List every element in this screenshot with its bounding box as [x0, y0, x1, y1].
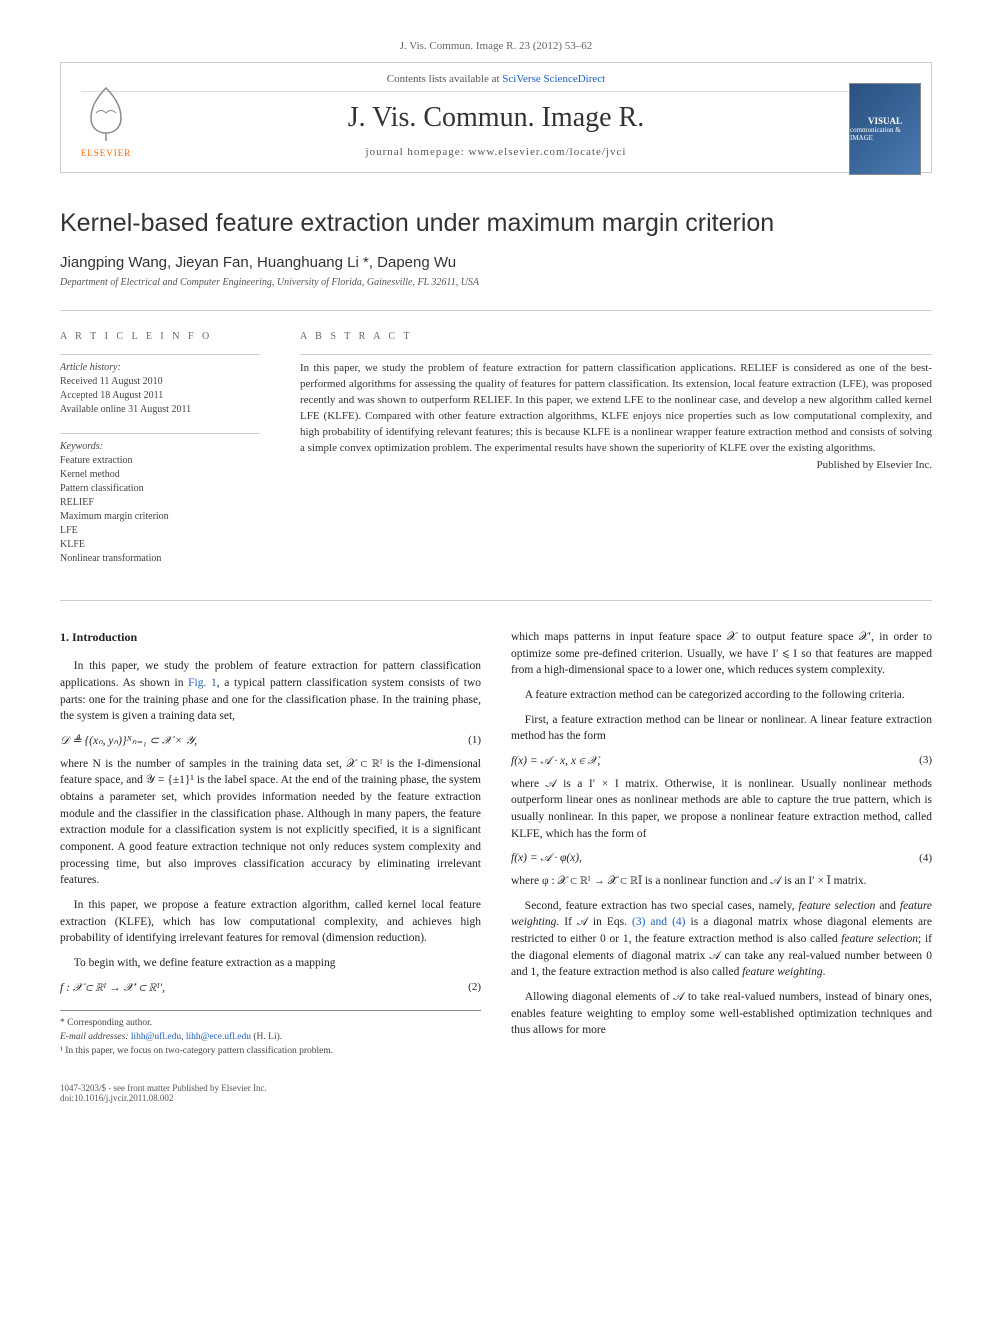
article-history: Article history: Received 11 August 2010…	[60, 354, 260, 417]
keyword-item: Pattern classification	[60, 482, 260, 496]
keyword-item: Maximum margin criterion	[60, 510, 260, 524]
corresponding-note: * Corresponding author.	[60, 1017, 481, 1031]
section-heading: 1. Introduction	[60, 629, 481, 646]
email-line: E-mail addresses: lihh@ufl.edu, lihh@ece…	[60, 1031, 481, 1045]
publisher-name: ELSEVIER	[71, 148, 141, 158]
email-link[interactable]: lihh@ufl.edu	[131, 1032, 181, 1042]
equation-row: f : 𝒳 ⊂ ℝᴵ → 𝒳′ ⊂ ℝᴵ′, (2)	[60, 980, 481, 997]
journal-name: J. Vis. Commun. Image R.	[81, 102, 911, 134]
keyword-item: KLFE	[60, 538, 260, 552]
copyright-line: 1047-3203/$ - see front matter Published…	[60, 1083, 932, 1093]
sciencedirect-link[interactable]: SciVerse ScienceDirect	[502, 73, 605, 85]
body-paragraph: To begin with, we define feature extract…	[60, 955, 481, 972]
journal-header: ELSEVIER VISUAL communication & IMAGE Co…	[60, 62, 932, 173]
journal-cover-thumb: VISUAL communication & IMAGE	[849, 83, 921, 175]
body-paragraph: where N is the number of samples in the …	[60, 756, 481, 889]
footnote-1: ¹ In this paper, we focus on two-categor…	[60, 1045, 481, 1059]
keyword-item: Feature extraction	[60, 454, 260, 468]
keyword-item: LFE	[60, 524, 260, 538]
history-title: Article history:	[60, 362, 121, 373]
equation-link[interactable]: (3) and (4)	[632, 916, 685, 928]
journal-homepage: journal homepage: www.elsevier.com/locat…	[81, 146, 911, 162]
equation: f : 𝒳 ⊂ ℝᴵ → 𝒳′ ⊂ ℝᴵ′,	[60, 980, 165, 997]
tree-icon	[76, 83, 136, 143]
article-body: 1. Introduction In this paper, we study …	[60, 629, 932, 1059]
doi-line: doi:10.1016/j.jvcir.2011.08.002	[60, 1093, 932, 1103]
copyright-block: 1047-3203/$ - see front matter Published…	[60, 1083, 932, 1103]
contents-line: Contents lists available at SciVerse Sci…	[81, 73, 911, 92]
keywords-label: Keywords:	[60, 441, 103, 452]
keyword-item: RELIEF	[60, 496, 260, 510]
article-info-heading: A R T I C L E I N F O	[60, 331, 260, 342]
publisher-note: Published by Elsevier Inc.	[300, 459, 932, 471]
equation-number: (1)	[468, 733, 481, 749]
body-paragraph: which maps patterns in input feature spa…	[511, 629, 932, 679]
body-paragraph: A feature extraction method can be categ…	[511, 687, 932, 704]
equation-row: f(x) = 𝒜 · x, x ∈ 𝒳, (3)	[511, 753, 932, 770]
keyword-item: Nonlinear transformation	[60, 552, 260, 566]
cover-text-1: VISUAL	[868, 116, 902, 126]
body-paragraph: Allowing diagonal elements of 𝒜 to take …	[511, 989, 932, 1039]
body-paragraph: where φ : 𝒳 ⊂ ℝᴵ → 𝒳̄ ⊂ ℝĪ is a nonlinea…	[511, 873, 932, 890]
equation-number: (3)	[919, 753, 932, 769]
equation-number: (2)	[468, 980, 481, 996]
equation-row: 𝒟 ≜ {(xₙ, yₙ)}ᴺₙ₌₁ ⊂ 𝒳 × 𝒴, (1)	[60, 733, 481, 750]
equation-row: f(x) = 𝒜 · φ(x), (4)	[511, 850, 932, 867]
history-online: Available online 31 August 2011	[60, 403, 260, 417]
history-received: Received 11 August 2010	[60, 375, 260, 389]
footnotes: * Corresponding author. E-mail addresses…	[60, 1010, 481, 1058]
equation-number: (4)	[919, 851, 932, 867]
body-paragraph: Second, feature extraction has two speci…	[511, 898, 932, 981]
article-title: Kernel-based feature extraction under ma…	[60, 209, 932, 238]
abstract-heading: A B S T R A C T	[300, 331, 932, 342]
equation: f(x) = 𝒜 · x, x ∈ 𝒳,	[511, 753, 600, 770]
body-paragraph: First, a feature extraction method can b…	[511, 712, 932, 745]
homepage-url[interactable]: www.elsevier.com/locate/jvci	[468, 146, 626, 158]
authors: Jiangping Wang, Jieyan Fan, Huanghuang L…	[60, 254, 932, 271]
affiliation: Department of Electrical and Computer En…	[60, 277, 932, 288]
email-link[interactable]: lihh@ece.ufl.edu	[186, 1032, 251, 1042]
keywords-block: Keywords: Feature extraction Kernel meth…	[60, 433, 260, 566]
cover-text-2: communication & IMAGE	[850, 126, 920, 142]
publisher-logo: ELSEVIER	[71, 83, 141, 163]
history-accepted: Accepted 18 August 2011	[60, 389, 260, 403]
figure-link[interactable]: Fig. 1	[188, 677, 217, 689]
equation: f(x) = 𝒜 · φ(x),	[511, 850, 582, 867]
abstract-text: In this paper, we study the problem of f…	[300, 354, 932, 457]
body-paragraph: In this paper, we propose a feature extr…	[60, 897, 481, 947]
equation: 𝒟 ≜ {(xₙ, yₙ)}ᴺₙ₌₁ ⊂ 𝒳 × 𝒴,	[60, 733, 197, 750]
body-paragraph: In this paper, we study the problem of f…	[60, 658, 481, 725]
homepage-label: journal homepage:	[366, 146, 469, 158]
body-paragraph: where 𝒜 is a I′ × I matrix. Otherwise, i…	[511, 776, 932, 843]
keyword-item: Kernel method	[60, 468, 260, 482]
contents-label: Contents lists available at	[387, 73, 502, 85]
journal-reference: J. Vis. Commun. Image R. 23 (2012) 53–62	[60, 40, 932, 52]
